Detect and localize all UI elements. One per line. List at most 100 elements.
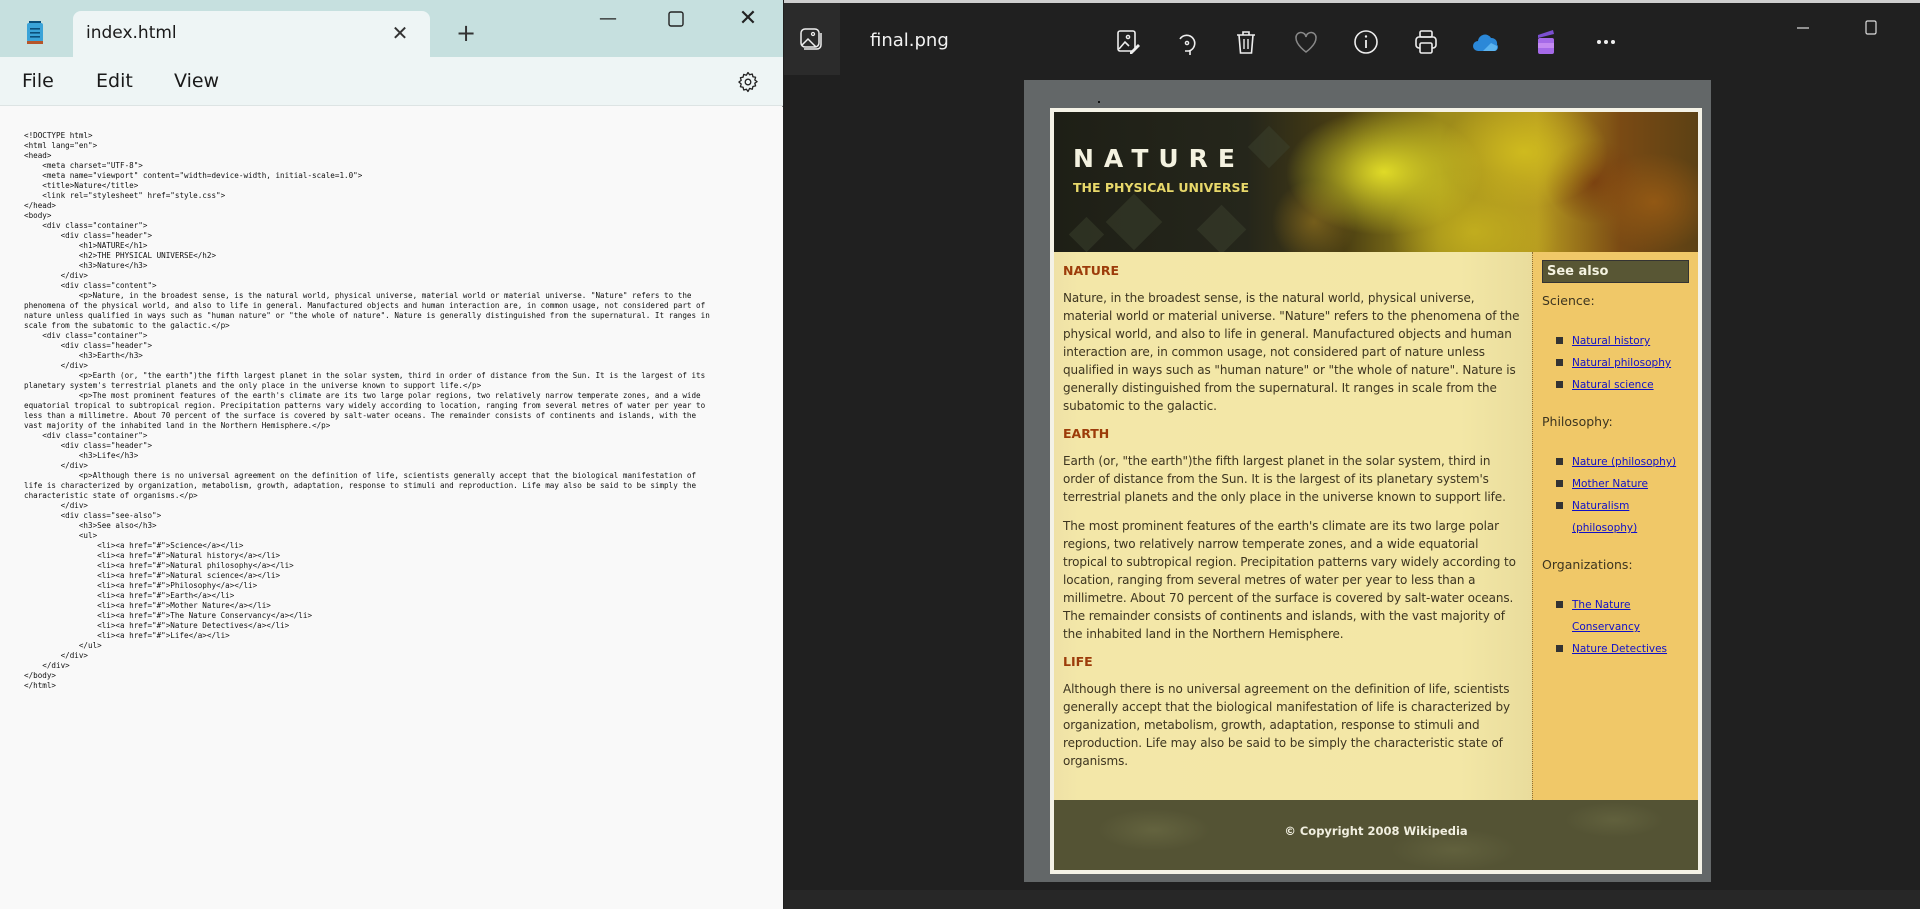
code-line: </head> — [24, 201, 57, 210]
see-also-category: Organizations: — [1542, 557, 1633, 572]
menu-edit[interactable]: Edit — [96, 70, 133, 92]
notepad-tab-bar: index.html ✕ + — ✕ — [0, 0, 783, 57]
code-line: <div class="container"> — [24, 331, 148, 340]
gallery-button[interactable] — [784, 3, 840, 75]
section-heading: LIFE — [1063, 654, 1093, 669]
see-also-item: Natural philosophy — [1556, 352, 1689, 374]
more-options-button[interactable] — [1591, 27, 1621, 57]
text-editor-area[interactable]: <!DOCTYPE html> <html lang="en"> <head> <m… — [0, 107, 783, 909]
site-footer: © Copyright 2008 Wikipedia — [1054, 800, 1698, 870]
photos-viewer-window: final.png NATURE THE PHYSICAL UNIVERSE N… — [784, 0, 1920, 909]
edit-image-button[interactable] — [1113, 27, 1143, 57]
menu-view[interactable]: View — [174, 70, 219, 92]
site-header-banner: NATURE THE PHYSICAL UNIVERSE — [1054, 112, 1698, 252]
code-line: <div class="header"> — [24, 341, 153, 350]
new-tab-button[interactable]: + — [453, 20, 479, 46]
see-also-item: Nature Detectives — [1556, 638, 1689, 660]
square-bullet-icon — [1556, 601, 1563, 608]
notepad-menu-bar: File Edit View — [0, 57, 783, 106]
code-line: <!DOCTYPE html> — [24, 131, 93, 140]
see-also-item: The Nature Conservancy — [1556, 594, 1689, 638]
see-also-heading: See also — [1542, 260, 1689, 283]
see-also-link[interactable]: Mother Nature — [1572, 478, 1648, 490]
viewer-bottom-bar — [784, 890, 1920, 909]
print-button[interactable] — [1411, 27, 1441, 57]
rendered-webpage: NATURE THE PHYSICAL UNIVERSE NATURE Natur… — [1050, 108, 1702, 874]
code-line: <div class="see-also"> — [24, 511, 162, 520]
info-button[interactable] — [1351, 27, 1381, 57]
code-line: </div> — [24, 501, 89, 510]
viewer-minimize-button[interactable] — [1788, 17, 1818, 37]
code-line: <title>Nature</title> — [24, 181, 139, 190]
code-line: </html> — [24, 681, 57, 690]
section-heading: NATURE — [1063, 263, 1120, 278]
code-line: equatorial tropical to subtropical regio… — [24, 401, 706, 410]
code-line: <h3>Life</h3> — [24, 451, 139, 460]
clipchamp-icon — [1538, 30, 1554, 54]
print-icon — [1415, 30, 1437, 54]
delete-button[interactable] — [1231, 27, 1261, 57]
viewer-toolbar: final.png — [784, 3, 1920, 75]
code-line: <p>Nature, in the broadest sense, is the… — [24, 291, 692, 300]
see-also-link[interactable]: Nature Detectives — [1572, 643, 1667, 655]
code-line: <li><a href="#">Natural philosophy</a></… — [24, 561, 294, 570]
clipchamp-button[interactable] — [1531, 27, 1561, 57]
section-paragraph: Earth (or, "the earth")the fifth largest… — [1063, 454, 1506, 504]
code-line: scale from the subatomic to the galactic… — [24, 321, 230, 330]
site-title: NATURE — [1073, 144, 1246, 173]
code-line: <li><a href="#">Natural history</a></li> — [24, 551, 281, 560]
see-also-link[interactable]: The Nature Conservancy — [1572, 599, 1640, 633]
code-line: </div> — [24, 361, 89, 370]
image-canvas[interactable]: NATURE THE PHYSICAL UNIVERSE NATURE Natur… — [1024, 80, 1711, 882]
rotate-button[interactable] — [1172, 27, 1202, 57]
see-also-link[interactable]: Natural philosophy — [1572, 357, 1671, 369]
delete-icon — [1237, 31, 1255, 54]
code-line: <link rel="stylesheet" href="style.css"> — [24, 191, 226, 200]
code-line: <div class="container"> — [24, 431, 148, 440]
code-line: <li><a href="#">Earth</a></li> — [24, 591, 235, 600]
close-window-button[interactable]: ✕ — [728, 4, 768, 34]
maximize-icon — [1865, 20, 1877, 35]
code-line: <meta charset="UTF-8"> — [24, 161, 143, 170]
see-also-list: Nature (philosophy) Mother Nature Naturali… — [1556, 451, 1689, 539]
favorite-button[interactable] — [1291, 27, 1321, 57]
code-line: <h3>Earth</h3> — [24, 351, 143, 360]
code-line: <li><a href="#">The Nature Conservancy</… — [24, 611, 313, 620]
see-also-list: Natural history Natural philosophy Natural… — [1556, 330, 1689, 396]
onedrive-icon — [1473, 34, 1498, 51]
code-text: <!DOCTYPE html> <html lang="en"> <head> <m… — [24, 131, 710, 691]
settings-gear-icon[interactable] — [736, 70, 760, 94]
square-bullet-icon — [1556, 359, 1563, 366]
code-line: <li><a href="#">Nature Detectives</a></l… — [24, 621, 290, 630]
copyright-text: © Copyright 2008 Wikipedia — [1284, 824, 1468, 838]
gallery-icon — [800, 28, 822, 50]
code-line: <li><a href="#">Life</a></li> — [24, 631, 230, 640]
onedrive-button[interactable] — [1471, 27, 1501, 57]
see-also-link[interactable]: Natural history — [1572, 335, 1650, 347]
maximize-icon — [668, 11, 684, 27]
code-line: <div class="header"> — [24, 441, 153, 450]
code-line: </div> — [24, 461, 89, 470]
see-also-link[interactable]: Nature (philosophy) — [1572, 456, 1676, 468]
code-line: <div class="header"> — [24, 231, 153, 240]
see-also-link[interactable]: Naturalism (philosophy) — [1572, 500, 1637, 534]
see-also-item: Naturalism (philosophy) — [1556, 495, 1689, 539]
square-bullet-icon — [1556, 458, 1563, 465]
rotate-icon — [1179, 34, 1196, 55]
tab-index-html[interactable]: index.html ✕ — [73, 11, 430, 57]
viewer-maximize-button[interactable] — [1856, 17, 1886, 41]
menu-file[interactable]: File — [22, 70, 54, 92]
minimize-button[interactable]: — — [588, 4, 628, 34]
close-tab-icon[interactable]: ✕ — [388, 21, 412, 45]
more-icon — [1597, 40, 1615, 44]
see-also-category: Philosophy: — [1542, 414, 1613, 429]
code-line: <head> — [24, 151, 52, 160]
edit-image-icon — [1117, 30, 1140, 54]
code-line: less than a millimetre. About 70 percent… — [24, 411, 697, 420]
see-also-link[interactable]: Natural science — [1572, 379, 1654, 391]
code-line: vast majority of the inhabited land in t… — [24, 421, 331, 430]
section-paragraph: The most prominent features of the earth… — [1063, 519, 1516, 641]
code-line: </div> — [24, 271, 89, 280]
maximize-button[interactable] — [656, 4, 696, 34]
square-bullet-icon — [1556, 381, 1563, 388]
